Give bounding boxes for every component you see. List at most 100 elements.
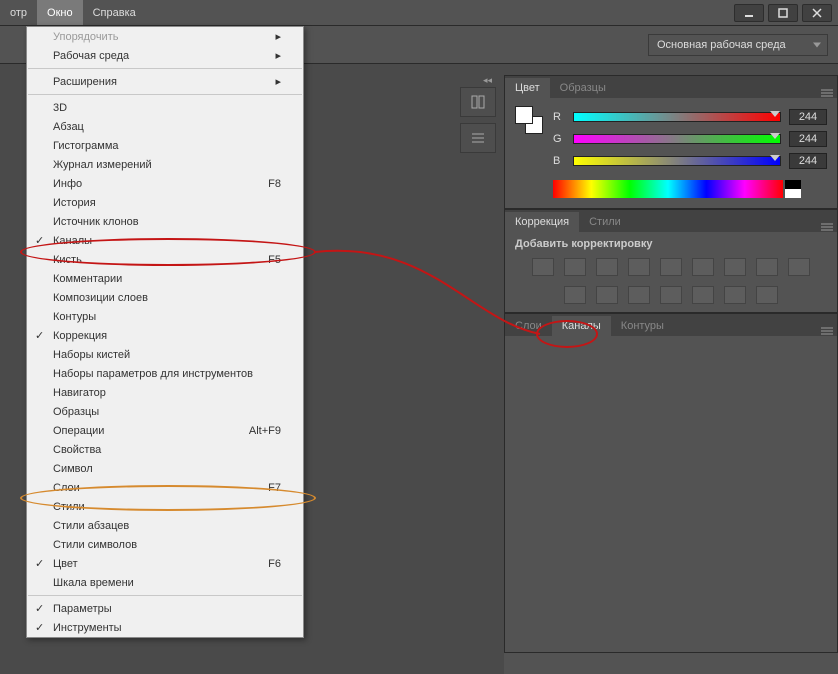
adj-icon[interactable] [756, 258, 778, 276]
adj-icon[interactable] [756, 286, 778, 304]
shortcut: Alt+F9 [249, 425, 281, 437]
menu-parastyles[interactable]: Стили абзацев [27, 516, 303, 535]
menu-3d[interactable]: 3D [27, 98, 303, 117]
menu-measurelog[interactable]: Журнал измерений [27, 155, 303, 174]
adj-icon[interactable] [596, 286, 618, 304]
window-menu: Упорядочить▸ Рабочая среда▸ Расширения▸ … [26, 26, 304, 638]
b-value[interactable]: 244 [789, 153, 827, 169]
adj-icon[interactable] [628, 258, 650, 276]
menu-arrange[interactable]: Упорядочить▸ [27, 27, 303, 46]
submenu-arrow-icon: ▸ [275, 49, 281, 62]
menu-tools[interactable]: ✓Инструменты [27, 618, 303, 637]
menu-toolpresets[interactable]: Наборы параметров для инструментов [27, 364, 303, 383]
b-label: B [553, 155, 565, 167]
adjust-panel-menu-icon[interactable] [817, 222, 837, 232]
menu-paths[interactable]: Контуры [27, 307, 303, 326]
adj-icon[interactable] [596, 258, 618, 276]
adj-icon[interactable] [628, 286, 650, 304]
window-controls [734, 4, 838, 22]
submenu-arrow-icon: ▸ [275, 75, 281, 88]
tab-channels[interactable]: Каналы [552, 316, 611, 336]
adj-icon[interactable] [564, 286, 586, 304]
collapsed-panel-dock: ◂◂ [460, 75, 496, 159]
menu-comments[interactable]: Комментарии [27, 269, 303, 288]
menubar-item-help[interactable]: Справка [83, 0, 146, 25]
g-slider[interactable] [573, 134, 781, 144]
menubar: отр Окно Справка [0, 0, 146, 25]
tab-adjustments[interactable]: Коррекция [505, 212, 579, 232]
tab-layers[interactable]: Слои [505, 316, 552, 336]
panel-icon-1[interactable] [460, 87, 496, 117]
tab-paths[interactable]: Контуры [611, 316, 674, 336]
menu-workspace[interactable]: Рабочая среда▸ [27, 46, 303, 65]
tab-styles[interactable]: Стили [579, 212, 631, 232]
menu-histogram[interactable]: Гистограмма [27, 136, 303, 155]
adj-icon[interactable] [788, 258, 810, 276]
checkmark-icon: ✓ [35, 621, 44, 634]
expand-dock-icon[interactable]: ◂◂ [460, 75, 496, 87]
fg-color-swatch[interactable] [515, 106, 533, 124]
right-panel-dock: Цвет Образцы R 244 G 244 [504, 75, 838, 674]
g-value[interactable]: 244 [789, 131, 827, 147]
menu-timeline[interactable]: Шкала времени [27, 573, 303, 592]
menu-adjustments[interactable]: ✓Коррекция [27, 326, 303, 345]
adjustments-title: Добавить корректировку [505, 232, 837, 250]
maximize-button[interactable] [768, 4, 798, 22]
color-panel-menu-icon[interactable] [817, 88, 837, 98]
menu-swatches[interactable]: Образцы [27, 402, 303, 421]
menu-color[interactable]: ✓ЦветF6 [27, 554, 303, 573]
color-spectrum[interactable] [553, 180, 783, 198]
menu-channels[interactable]: ✓Каналы [27, 231, 303, 250]
menu-symbol[interactable]: Символ [27, 459, 303, 478]
menubar-item-window[interactable]: Окно [37, 0, 83, 25]
menu-separator [28, 94, 302, 95]
r-label: R [553, 111, 565, 123]
b-slider[interactable] [573, 156, 781, 166]
close-button[interactable] [802, 4, 832, 22]
workspace-label: Основная рабочая среда [657, 39, 786, 51]
adj-icon[interactable] [660, 286, 682, 304]
checkmark-icon: ✓ [35, 602, 44, 615]
adj-icon[interactable] [724, 258, 746, 276]
menu-info[interactable]: ИнфоF8 [27, 174, 303, 193]
submenu-arrow-icon: ▸ [275, 30, 281, 43]
menu-actions[interactable]: ОперацииAlt+F9 [27, 421, 303, 440]
layers-panel-menu-icon[interactable] [817, 326, 837, 336]
menu-clone[interactable]: Источник клонов [27, 212, 303, 231]
menu-history[interactable]: История [27, 193, 303, 212]
menu-paragraph[interactable]: Абзац [27, 117, 303, 136]
adjustments-panel: Коррекция Стили Добавить корректировку [504, 209, 838, 313]
panel-icon-2[interactable] [460, 123, 496, 153]
g-label: G [553, 133, 565, 145]
adj-icon[interactable] [692, 258, 714, 276]
layers-panel: Слои Каналы Контуры [504, 313, 838, 653]
menu-layercomps[interactable]: Композиции слоев [27, 288, 303, 307]
channels-list [505, 336, 837, 352]
menu-layers[interactable]: СлоиF7 [27, 478, 303, 497]
menu-charstyles[interactable]: Стили символов [27, 535, 303, 554]
menubar-item-prev[interactable]: отр [0, 0, 37, 25]
menu-navigator[interactable]: Навигатор [27, 383, 303, 402]
adj-icon[interactable] [660, 258, 682, 276]
adj-icon[interactable] [692, 286, 714, 304]
adj-icon[interactable] [564, 258, 586, 276]
adj-icon[interactable] [532, 258, 554, 276]
r-value[interactable]: 244 [789, 109, 827, 125]
color-panel: Цвет Образцы R 244 G 244 [504, 75, 838, 209]
adj-icon[interactable] [724, 286, 746, 304]
r-slider[interactable] [573, 112, 781, 122]
tab-color[interactable]: Цвет [505, 78, 550, 98]
menu-extensions[interactable]: Расширения▸ [27, 72, 303, 91]
workspace-selector[interactable]: Основная рабочая среда [648, 34, 828, 56]
checkmark-icon: ✓ [35, 557, 44, 570]
minimize-button[interactable] [734, 4, 764, 22]
menu-brushpresets[interactable]: Наборы кистей [27, 345, 303, 364]
tab-swatches[interactable]: Образцы [550, 78, 616, 98]
checkmark-icon: ✓ [35, 234, 44, 247]
fg-bg-swatch[interactable] [515, 106, 543, 134]
menu-brush[interactable]: КистьF5 [27, 250, 303, 269]
shortcut: F7 [268, 482, 281, 494]
menu-options[interactable]: ✓Параметры [27, 599, 303, 618]
menu-properties[interactable]: Свойства [27, 440, 303, 459]
menu-styles[interactable]: Стили [27, 497, 303, 516]
